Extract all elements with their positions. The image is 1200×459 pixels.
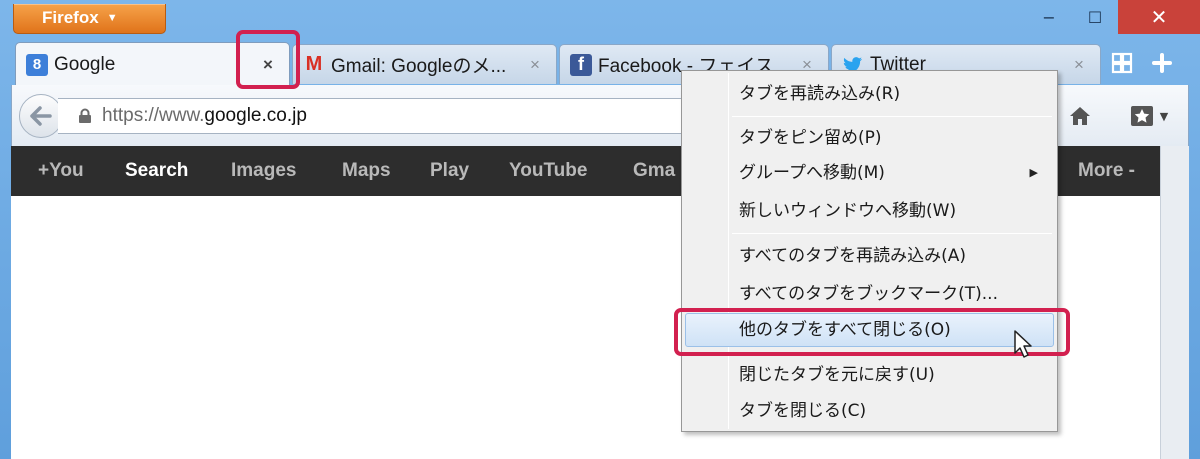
menu-item-label: タブを再読み込み(R) [739, 84, 901, 104]
menu-item-close-tab[interactable]: タブを閉じる(C) [685, 394, 1054, 428]
menu-item-pin-tab[interactable]: タブをピン留め(P) [685, 121, 1054, 155]
gbar-item-you[interactable]: +You [38, 146, 84, 196]
maximize-icon: ☐ [1087, 7, 1103, 27]
menu-item-label: 他のタブをすべて閉じる(O) [739, 320, 951, 340]
close-icon: ✕ [1150, 5, 1168, 29]
facebook-favicon-icon: f [570, 53, 592, 76]
menu-item-label: タブを閉じる(C) [739, 401, 867, 421]
plus-icon [1152, 53, 1172, 73]
gbar-item-maps[interactable]: Maps [342, 146, 391, 196]
menu-item-close-other-tabs[interactable]: 他のタブをすべて閉じる(O) [685, 313, 1054, 347]
gbar-item-youtube[interactable]: YouTube [509, 146, 587, 196]
menu-separator [732, 354, 1052, 355]
gbar-item-gmail[interactable]: Gma [633, 146, 675, 196]
google-favicon-icon: 8 [26, 53, 48, 76]
tab-close-icon[interactable]: × [522, 55, 548, 75]
bookmarks-button[interactable]: ▼ [1118, 99, 1180, 133]
bookmark-star-icon [1130, 106, 1153, 126]
menu-item-move-to-new-window[interactable]: 新しいウィンドウへ移動(W) [685, 194, 1054, 228]
url-bar[interactable]: https://www. google.co.jp [58, 98, 698, 134]
tab-title: Gmail: Googleのメ... [331, 56, 507, 77]
tab-close-icon[interactable]: × [255, 55, 281, 75]
chevron-down-icon: ▼ [1159, 109, 1169, 123]
menu-item-reload-tab[interactable]: タブを再読み込み(R) [685, 77, 1054, 111]
menu-item-label: タブをピン留め(P) [739, 128, 882, 148]
menu-item-label: 新しいウィンドウへ移動(W) [739, 201, 957, 221]
menu-item-move-to-group[interactable]: グループへ移動(M) ▶ [685, 156, 1054, 190]
gbar-item-images[interactable]: Images [231, 146, 296, 196]
home-icon [1070, 107, 1090, 125]
close-window-button[interactable]: ✕ [1118, 0, 1200, 34]
tab-context-menu: タブを再読み込み(R) タブをピン留め(P) グループへ移動(M) ▶ 新しいウ… [681, 70, 1058, 432]
tab-groups-button[interactable] [1104, 47, 1140, 79]
new-tab-button[interactable] [1144, 47, 1180, 79]
gmail-favicon-icon: M [305, 53, 323, 75]
url-prefix: https://www. [102, 105, 205, 126]
back-button[interactable] [19, 94, 63, 138]
back-arrow-icon [30, 106, 52, 126]
menu-item-bookmark-all-tabs[interactable]: すべてのタブをブックマーク(T)... [685, 277, 1054, 311]
gbar-item-play[interactable]: Play [430, 146, 469, 196]
tab-gmail[interactable]: M Gmail: Googleのメ... × [292, 44, 557, 84]
home-button[interactable] [1062, 99, 1098, 133]
chevron-down-icon: ▼ [106, 12, 118, 24]
menu-item-label: すべてのタブを再読み込み(A) [739, 246, 967, 266]
menu-item-reload-all-tabs[interactable]: すべてのタブを再読み込み(A) [685, 239, 1054, 273]
vertical-scrollbar[interactable] [1160, 146, 1189, 459]
url-domain: google.co.jp [204, 105, 307, 126]
tab-close-icon[interactable]: × [1066, 55, 1092, 75]
gbar-item-more[interactable]: More - [1078, 146, 1135, 196]
menu-separator [732, 116, 1052, 117]
gbar-item-search[interactable]: Search [125, 146, 188, 196]
menu-item-label: グループへ移動(M) [739, 163, 885, 183]
menu-item-label: 閉じたタブを元に戻す(U) [739, 365, 935, 385]
tab-title: Google [54, 53, 116, 75]
minimize-button[interactable]: − [1032, 0, 1066, 34]
menu-item-label: すべてのタブをブックマーク(T)... [739, 284, 998, 304]
firefox-menu-label: Firefox [42, 8, 99, 27]
mouse-cursor-icon [1013, 329, 1035, 363]
submenu-arrow-icon: ▶ [1029, 166, 1038, 179]
menu-item-undo-close-tab[interactable]: 閉じたタブを元に戻す(U) [685, 358, 1054, 392]
menu-separator [732, 233, 1052, 234]
minimize-icon: − [1042, 7, 1056, 27]
tab-google[interactable]: 8 Google × [15, 42, 290, 86]
lock-icon [78, 108, 92, 124]
maximize-button[interactable]: ☐ [1078, 0, 1112, 34]
firefox-menu-button[interactable]: Firefox ▼ [13, 4, 166, 34]
tab-groups-icon [1111, 52, 1133, 74]
